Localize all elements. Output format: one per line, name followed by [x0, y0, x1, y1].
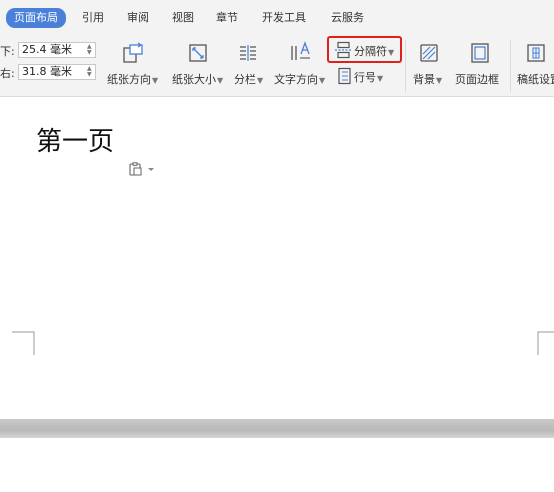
paper-size-dropdown-icon: ▼ — [217, 76, 224, 85]
orientation-button[interactable]: 纸张方向▼ — [104, 36, 164, 94]
columns-dropdown-icon: ▼ — [257, 76, 264, 85]
tab-page-layout[interactable]: 页面布局 — [6, 8, 66, 28]
tab-cloud-services[interactable]: 云服务 — [331, 9, 364, 27]
text-direction-button[interactable]: 文字方向▼ — [272, 36, 330, 94]
right-margin-input[interactable]: 31.8 毫米 ▲ ▼ — [18, 64, 96, 80]
ribbon-separator — [510, 40, 511, 92]
line-numbers-button[interactable]: 行号▼ — [332, 65, 392, 87]
line-numbers-dropdown-icon: ▼ — [377, 74, 384, 83]
ribbon-separator — [405, 40, 406, 92]
ribbon-toolbar: 下: 25.4 毫米 ▲ ▼ 右: 31.8 毫米 ▲ ▼ 纸张方向▼ 纸张大小▼ — [0, 36, 554, 97]
page-gap — [0, 419, 554, 438]
ribbon-tab-bar: 页面布局 引用 审阅 视图 章节 开发工具 云服务 — [0, 0, 554, 36]
paste-options-button[interactable] — [128, 162, 158, 179]
background-dropdown-icon: ▼ — [436, 76, 443, 85]
tab-references[interactable]: 引用 — [82, 9, 104, 27]
paper-size-icon — [189, 44, 207, 62]
background-button[interactable]: 背景▼ — [410, 36, 448, 94]
page-border-button[interactable]: 页面边框 — [452, 36, 508, 94]
tab-view[interactable]: 视图 — [172, 9, 194, 27]
right-margin-spinner-icon[interactable]: ▲ ▼ — [87, 66, 93, 78]
bottom-margin-label: 下: — [0, 45, 15, 58]
page-border-icon — [471, 43, 489, 63]
paper-size-button[interactable]: 纸张大小▼ — [170, 36, 228, 94]
bottom-margin-spinner-icon[interactable]: ▲ ▼ — [87, 44, 93, 56]
columns-label: 分栏 — [234, 73, 256, 86]
manuscript-label: 稿纸设置 — [517, 73, 554, 86]
background-icon — [420, 44, 438, 62]
next-page — [0, 438, 554, 492]
columns-icon — [240, 45, 256, 61]
document-page[interactable]: 第一页 — [0, 97, 554, 419]
text-direction-dropdown-icon: ▼ — [319, 76, 326, 85]
columns-button[interactable]: 分栏▼ — [232, 36, 268, 94]
page-corner-mark-left — [12, 331, 35, 355]
right-margin-label: 右: — [0, 67, 15, 80]
text-direction-label: 文字方向 — [274, 73, 318, 86]
tab-review[interactable]: 审阅 — [127, 9, 149, 27]
page-border-label: 页面边框 — [455, 73, 499, 86]
page-corner-mark-right — [537, 331, 554, 355]
orientation-dropdown-icon: ▼ — [152, 76, 159, 85]
tab-developer-tools[interactable]: 开发工具 — [262, 9, 306, 27]
manuscript-button[interactable]: 稿纸设置 — [514, 36, 554, 94]
orientation-label: 纸张方向 — [107, 73, 151, 86]
breaks-highlight-box — [327, 36, 402, 63]
background-label: 背景 — [413, 73, 435, 86]
document-text[interactable]: 第一页 — [36, 121, 114, 158]
manuscript-grid-icon — [527, 44, 545, 62]
bottom-margin-input[interactable]: 25.4 毫米 ▲ ▼ — [18, 42, 96, 58]
tab-sections[interactable]: 章节 — [216, 9, 238, 27]
paste-options-icon — [129, 162, 154, 176]
orientation-icon — [123, 42, 143, 63]
line-numbers-icon — [338, 67, 351, 85]
paper-size-label: 纸张大小 — [172, 73, 216, 86]
line-numbers-label: 行号 — [354, 71, 376, 84]
text-direction-icon — [291, 41, 310, 60]
